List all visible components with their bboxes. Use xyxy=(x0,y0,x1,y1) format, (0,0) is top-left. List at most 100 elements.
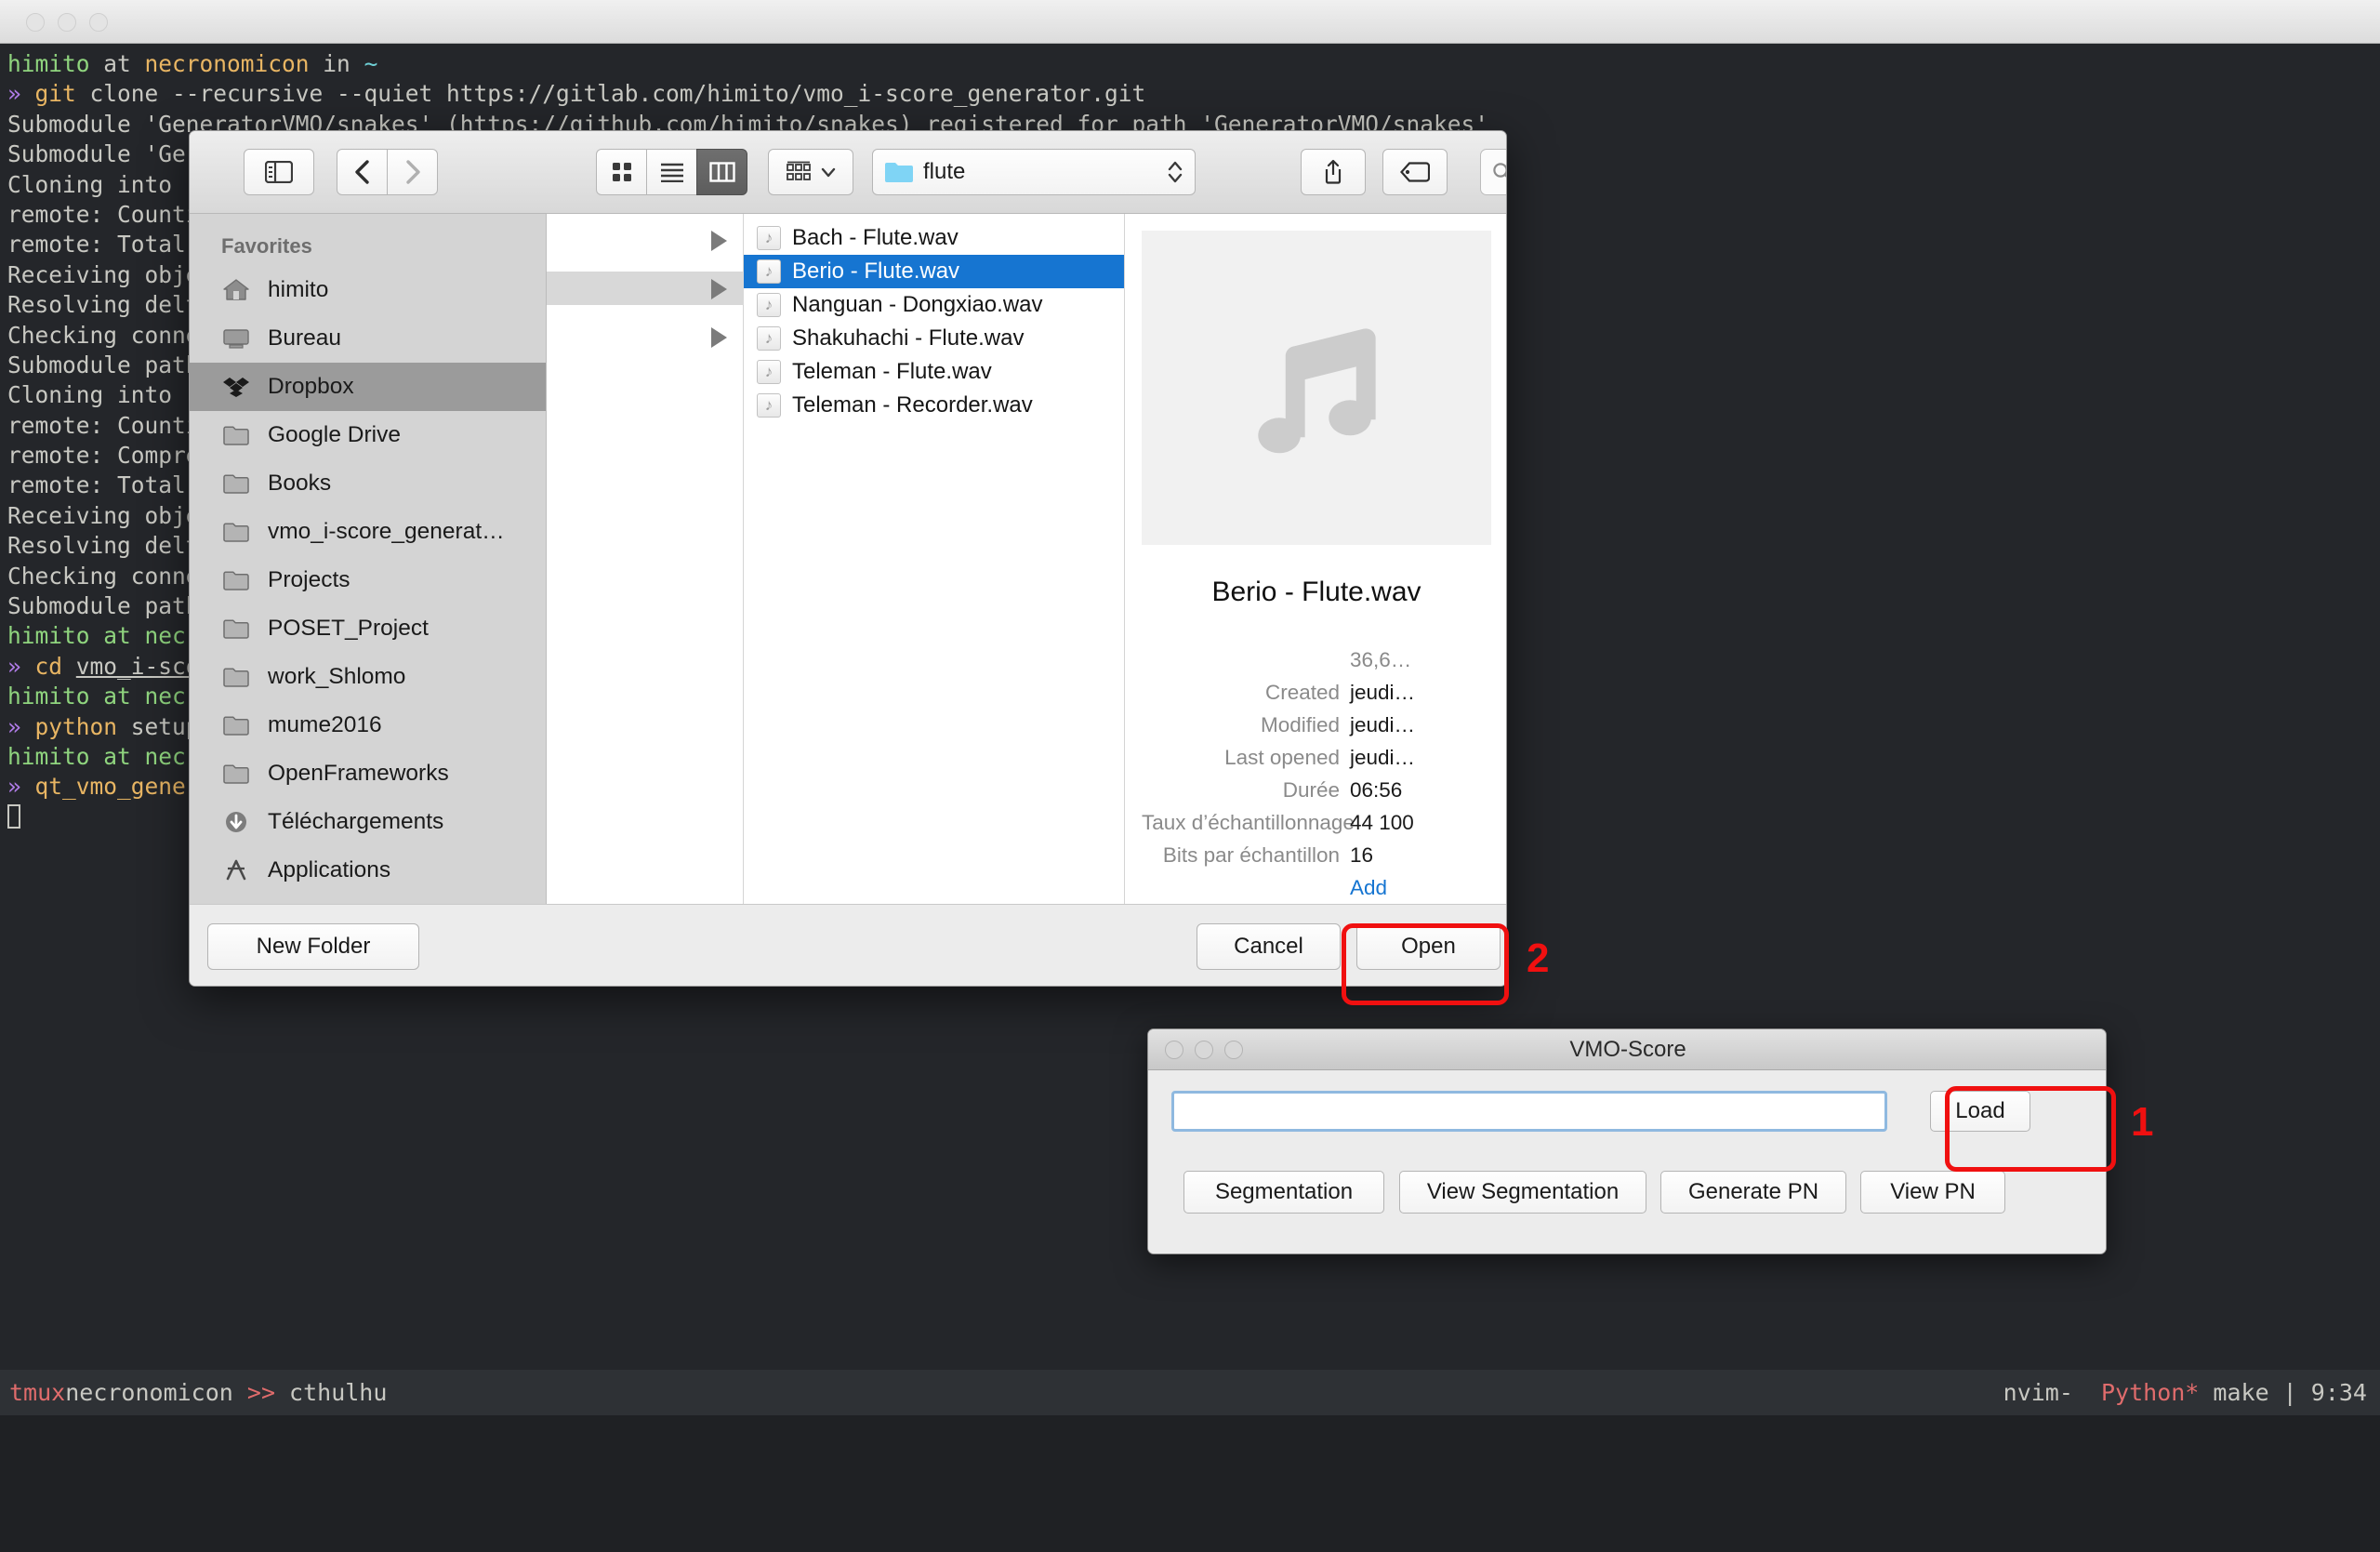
audio-file-icon: ♪ xyxy=(757,326,781,351)
folder-icon xyxy=(221,615,251,643)
load-button[interactable]: Load xyxy=(1930,1091,2030,1132)
column-view-button[interactable] xyxy=(696,149,747,195)
sidebar-item-label: Projects xyxy=(268,567,350,592)
sidebar-item-list: himito Bureau Dropbox Google Drive Books vmo_… xyxy=(190,266,546,895)
vmo-window-title: VMO-Score xyxy=(1569,1037,1686,1062)
segmentation-button[interactable]: Segmentation xyxy=(1183,1171,1384,1214)
add-tag-link[interactable]: Add xyxy=(1350,871,1387,904)
terminal-zoom-button[interactable] xyxy=(89,13,108,32)
folder-icon xyxy=(221,711,251,739)
folder-icon xyxy=(221,518,251,546)
file-list-item[interactable]: ♪ Shakuhachi - Flute.wav xyxy=(744,322,1124,355)
sidebar-item-dropbox[interactable]: Dropbox xyxy=(190,363,546,411)
new-folder-button[interactable]: New Folder xyxy=(207,923,419,970)
sidebar-item-himito[interactable]: himito xyxy=(190,266,546,314)
view-pn-button[interactable]: View PN xyxy=(1860,1171,2005,1214)
stepper-icon xyxy=(1168,161,1183,183)
folder-icon xyxy=(223,523,249,542)
folder-icon xyxy=(221,566,251,594)
chevron-right-icon xyxy=(405,160,420,184)
sidebar-item-work-shlomo[interactable]: work_Shlomo xyxy=(190,653,546,701)
sidebar-item-vmo-i-score-generat[interactable]: vmo_i-score_generat… xyxy=(190,508,546,556)
sidebar-item-mume2016[interactable]: mume2016 xyxy=(190,701,546,749)
sidebar-item-label: himito xyxy=(268,277,329,302)
search-input[interactable]: Search xyxy=(1480,149,1506,195)
sidebar-item-openframeworks[interactable]: OpenFrameworks xyxy=(190,749,546,798)
sidebar-item-books[interactable]: Books xyxy=(190,459,546,508)
finder-content: Favorites himito Bureau Dropbox Google Driv… xyxy=(190,214,1506,904)
file-name: Teleman - Recorder.wav xyxy=(792,392,1033,418)
folder-icon xyxy=(223,764,249,784)
preview-metadata-row: Last opened jeudi… xyxy=(1142,741,1491,774)
audio-file-icon: ♪ xyxy=(757,226,781,250)
list-view-icon xyxy=(660,163,683,182)
cancel-button[interactable]: Cancel xyxy=(1197,923,1341,970)
folder-icon xyxy=(223,716,249,736)
sidebar-item-bureau[interactable]: Bureau xyxy=(190,314,546,363)
file-list-item[interactable]: ♪ Berio - Flute.wav xyxy=(744,255,1124,288)
sidebar-item-projects[interactable]: Projects xyxy=(190,556,546,604)
back-button[interactable] xyxy=(337,149,388,195)
file-list-item[interactable]: ♪ Teleman - Recorder.wav xyxy=(744,389,1124,422)
sidebar-item-google-drive[interactable]: Google Drive xyxy=(190,411,546,459)
file-list-item[interactable]: ♪ Nanguan - Dongxiao.wav xyxy=(744,288,1124,322)
share-button[interactable] xyxy=(1301,149,1366,195)
forward-button[interactable] xyxy=(387,149,438,195)
vmo-minimize-button[interactable] xyxy=(1195,1041,1213,1059)
arrange-button[interactable] xyxy=(768,149,853,195)
preview-metadata-key: Taux d’échantillonnage xyxy=(1142,811,1355,834)
list-view-button[interactable] xyxy=(646,149,697,195)
folder-icon xyxy=(223,474,249,494)
sidebar-item-t-l-chargements[interactable]: Téléchargements xyxy=(190,798,546,846)
terminal-line: himito at necronomicon in ~ xyxy=(7,50,378,77)
music-note-icon xyxy=(1258,328,1376,454)
file-list-item[interactable]: ♪ Bach - Flute.wav xyxy=(744,221,1124,255)
generate-pn-button[interactable]: Generate PN xyxy=(1660,1171,1846,1214)
file-list-item[interactable]: ♪ Teleman - Flute.wav xyxy=(744,355,1124,389)
sidebar-item-label: POSET_Project xyxy=(268,616,429,641)
sidebar-item-applications[interactable]: Applications xyxy=(190,846,546,895)
vmo-close-button[interactable] xyxy=(1165,1041,1183,1059)
vmo-titlebar: VMO-Score xyxy=(1148,1029,2106,1070)
desktop-icon xyxy=(221,325,251,352)
terminal-close-button[interactable] xyxy=(26,13,45,32)
tmux-status-right: nvim- Python* make | 9:34 xyxy=(2003,1379,2367,1406)
vmo-zoom-button[interactable] xyxy=(1224,1041,1243,1059)
dropbox-icon xyxy=(221,373,251,401)
sidebar-section-favorites: Favorites xyxy=(221,234,312,258)
vmo-path-input[interactable] xyxy=(1171,1091,1887,1132)
finder-column-parent[interactable] xyxy=(547,214,744,904)
sidebar-icon xyxy=(265,161,293,183)
preview-metadata-row: Durée 06:56 xyxy=(1142,774,1491,806)
sidebar-item-poset-project[interactable]: POSET_Project xyxy=(190,604,546,653)
preview-metadata-key: Last opened xyxy=(1224,746,1340,769)
sidebar-item-label: Books xyxy=(268,471,332,496)
folder-icon xyxy=(885,163,913,182)
finder-footer: New Folder Cancel Open xyxy=(190,904,1506,986)
disclosure-arrow-icon xyxy=(711,231,732,251)
tag-icon xyxy=(1400,162,1430,182)
file-name: Teleman - Flute.wav xyxy=(792,359,992,384)
finder-sidebar[interactable]: Favorites himito Bureau Dropbox Google Driv… xyxy=(190,214,547,904)
preview-metadata-value: 16 xyxy=(1350,843,1374,867)
view-segmentation-button[interactable]: View Segmentation xyxy=(1399,1171,1646,1214)
view-mode-group xyxy=(596,149,749,195)
preview-metadata-row: 36,6… xyxy=(1142,643,1491,676)
icon-view-button[interactable] xyxy=(596,149,647,195)
path-popup-button[interactable]: flute xyxy=(872,149,1196,195)
sidebar-toggle-button[interactable] xyxy=(244,149,314,195)
file-open-dialog: flute Search xyxy=(189,130,1507,987)
tag-button[interactable] xyxy=(1382,149,1448,195)
open-button[interactable]: Open xyxy=(1356,923,1501,970)
terminal-minimize-button[interactable] xyxy=(58,13,76,32)
finder-toolbar: flute Search xyxy=(190,131,1506,214)
sidebar-item-label: Bureau xyxy=(268,325,342,351)
preview-metadata-value: jeudi… xyxy=(1350,713,1416,736)
preview-metadata-key: Modified xyxy=(1260,713,1340,736)
terminal-line: » git clone --recursive --quiet https://… xyxy=(7,80,1146,108)
sidebar-item-label: mume2016 xyxy=(268,712,382,737)
preview-metadata-value: jeudi… xyxy=(1350,746,1416,769)
finder-file-list[interactable]: ♪ Bach - Flute.wav ♪ Berio - Flute.wav ♪ Nang… xyxy=(744,214,1125,904)
preview-metadata-row: Bits par échantillon 16 xyxy=(1142,839,1491,871)
preview-metadata-value: jeudi… xyxy=(1350,681,1416,704)
